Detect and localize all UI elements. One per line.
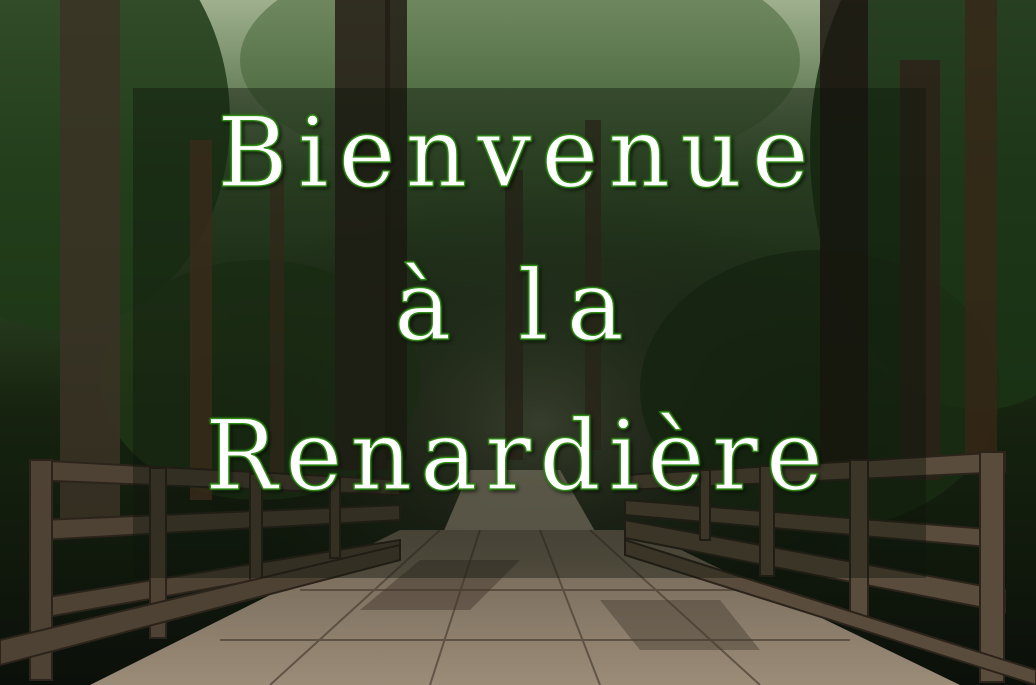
welcome-banner: Bienvenue à la Renardière	[0, 0, 1036, 685]
title-line-2: à la	[394, 250, 642, 362]
title-line-1: Bienvenue	[217, 97, 819, 209]
title-line-3: Renardière	[205, 400, 831, 512]
